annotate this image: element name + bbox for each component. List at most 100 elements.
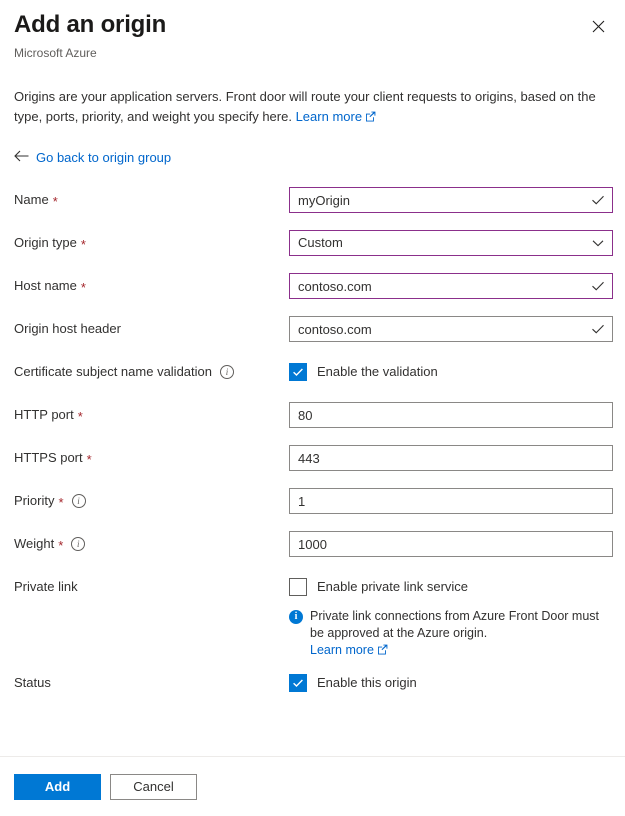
required-marker: * — [81, 281, 86, 294]
required-marker: * — [58, 496, 63, 509]
field-weight — [289, 531, 625, 557]
private-link-learn-more[interactable]: Learn more — [310, 643, 374, 657]
label-origin-host-header: Origin host header — [14, 316, 289, 337]
required-marker: * — [81, 238, 86, 251]
label-priority-text: Priority — [14, 493, 54, 509]
name-input[interactable] — [290, 188, 612, 212]
field-origin-host-header — [289, 316, 625, 342]
form-row-weight: Weight * i — [0, 531, 625, 574]
label-http-port: HTTP port * — [14, 402, 289, 423]
host-name-input[interactable] — [290, 274, 612, 298]
https-port-input[interactable] — [290, 446, 612, 470]
form-row-name: Name * — [0, 187, 625, 230]
label-http-port-text: HTTP port — [14, 407, 74, 423]
name-input-wrap[interactable] — [289, 187, 613, 213]
cert-validation-checkbox[interactable] — [289, 363, 307, 381]
info-icon[interactable]: i — [220, 365, 234, 379]
required-marker: * — [78, 410, 83, 423]
origin-type-dropdown[interactable]: Custom — [289, 230, 613, 256]
weight-input-wrap[interactable] — [289, 531, 613, 557]
required-marker: * — [53, 195, 58, 208]
label-weight-text: Weight — [14, 536, 54, 552]
required-marker: * — [87, 453, 92, 466]
priority-input[interactable] — [290, 489, 612, 513]
form-row-priority: Priority * i — [0, 488, 625, 531]
field-name — [289, 187, 625, 213]
external-link-icon — [377, 643, 388, 660]
required-marker: * — [58, 539, 63, 552]
label-name: Name * — [14, 187, 289, 208]
private-link-checkbox[interactable] — [289, 578, 307, 596]
form-row-status: Status Enable this origin — [0, 670, 625, 713]
go-back-link[interactable]: Go back to origin group — [14, 150, 171, 165]
arrow-left-icon — [14, 150, 29, 165]
label-status: Status — [14, 670, 289, 691]
field-private-link: Enable private link service i Private li… — [289, 574, 625, 660]
https-port-input-wrap[interactable] — [289, 445, 613, 471]
label-weight: Weight * i — [14, 531, 289, 552]
private-link-note: i Private link connections from Azure Fr… — [289, 608, 611, 660]
label-host-name-text: Host name — [14, 278, 77, 294]
label-https-port-text: HTTPS port — [14, 450, 83, 466]
field-origin-type: Custom — [289, 230, 625, 256]
form-row-origin-type: Origin type * Custom — [0, 230, 625, 273]
field-priority — [289, 488, 625, 514]
form-row-host-name: Host name * — [0, 273, 625, 316]
label-cert-validation-text: Certificate subject name validation — [14, 364, 212, 380]
http-port-input[interactable] — [290, 403, 612, 427]
origin-form: Name * Origin type * Custom — [0, 187, 625, 713]
form-row-https-port: HTTPS port * — [0, 445, 625, 488]
dialog-header: Add an origin Microsoft Azure — [0, 0, 625, 61]
form-row-origin-host-header: Origin host header — [0, 316, 625, 359]
label-private-link-text: Private link — [14, 579, 78, 595]
origin-type-value: Custom — [290, 231, 612, 255]
info-icon[interactable]: i — [71, 537, 85, 551]
info-filled-icon: i — [289, 610, 303, 624]
learn-more-link[interactable]: Learn more — [296, 109, 362, 124]
external-link-icon — [365, 108, 376, 128]
weight-input[interactable] — [290, 532, 612, 556]
host-name-input-wrap[interactable] — [289, 273, 613, 299]
status-checkbox[interactable] — [289, 674, 307, 692]
label-origin-host-header-text: Origin host header — [14, 321, 121, 337]
description-text: Origins are your application servers. Fr… — [14, 87, 611, 128]
field-https-port — [289, 445, 625, 471]
label-origin-type: Origin type * — [14, 230, 289, 251]
field-http-port — [289, 402, 625, 428]
label-private-link: Private link — [14, 574, 289, 595]
dialog-footer: Add Cancel — [0, 756, 625, 816]
private-link-checkbox-row[interactable]: Enable private link service — [289, 574, 468, 600]
private-link-checkbox-label: Enable private link service — [317, 579, 468, 595]
cert-validation-checkbox-row[interactable]: Enable the validation — [289, 359, 438, 385]
form-row-cert-validation: Certificate subject name validation i En… — [0, 359, 625, 402]
field-status: Enable this origin — [289, 670, 625, 696]
page-subtitle: Microsoft Azure — [14, 45, 611, 61]
close-icon — [592, 20, 605, 33]
origin-host-header-input-wrap[interactable] — [289, 316, 613, 342]
label-cert-validation: Certificate subject name validation i — [14, 359, 289, 380]
go-back-label: Go back to origin group — [36, 150, 171, 165]
cert-validation-checkbox-label: Enable the validation — [317, 364, 438, 380]
private-link-note-text: Private link connections from Azure Fron… — [310, 608, 611, 660]
label-https-port: HTTPS port * — [14, 445, 289, 466]
field-cert-validation: Enable the validation — [289, 359, 625, 385]
status-checkbox-row[interactable]: Enable this origin — [289, 670, 417, 696]
label-status-text: Status — [14, 675, 51, 691]
info-icon[interactable]: i — [72, 494, 86, 508]
label-host-name: Host name * — [14, 273, 289, 294]
private-link-note-body: Private link connections from Azure Fron… — [310, 609, 599, 640]
priority-input-wrap[interactable] — [289, 488, 613, 514]
http-port-input-wrap[interactable] — [289, 402, 613, 428]
page-title: Add an origin — [14, 10, 611, 40]
form-row-private-link: Private link Enable private link service… — [0, 574, 625, 670]
cancel-button[interactable]: Cancel — [110, 774, 197, 800]
form-row-http-port: HTTP port * — [0, 402, 625, 445]
add-button[interactable]: Add — [14, 774, 101, 800]
field-host-name — [289, 273, 625, 299]
close-button[interactable] — [582, 10, 614, 42]
label-name-text: Name — [14, 192, 49, 208]
label-priority: Priority * i — [14, 488, 289, 509]
label-origin-type-text: Origin type — [14, 235, 77, 251]
status-checkbox-label: Enable this origin — [317, 675, 417, 691]
origin-host-header-input[interactable] — [290, 317, 612, 341]
